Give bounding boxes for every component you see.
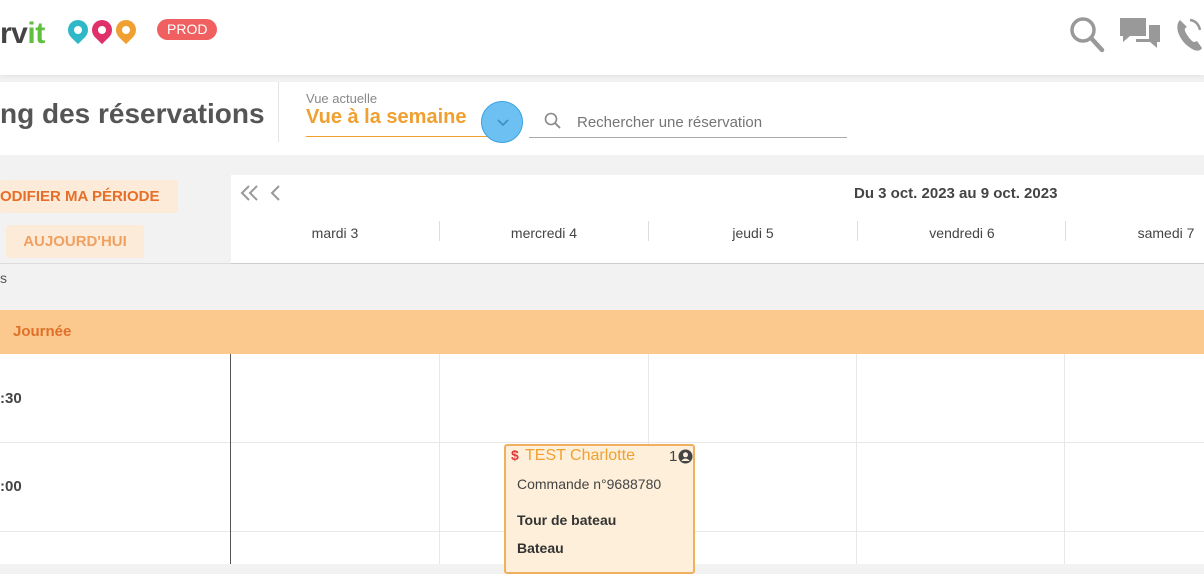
date-range: Du 3 oct. 2023 au 9 oct. 2023 xyxy=(854,185,1058,202)
page-title: ng des réservations xyxy=(0,98,265,129)
day-header: mardi 3 xyxy=(311,225,359,241)
grid-col-line xyxy=(1064,354,1065,564)
grid-col-line xyxy=(439,354,440,564)
participant-count: 1 xyxy=(669,448,678,465)
grid-col-line xyxy=(856,354,857,564)
clock-pin-icon xyxy=(111,15,141,45)
dining-pin-icon xyxy=(87,15,117,45)
all-day-label: Journée xyxy=(13,323,72,340)
payment-icon: $ xyxy=(511,447,519,463)
all-day-row xyxy=(0,310,1204,354)
left-divider xyxy=(0,263,231,264)
double-chevron-left-icon[interactable] xyxy=(240,185,258,201)
calendar-header xyxy=(231,175,1204,264)
top-bar: rvit PROD xyxy=(0,0,1204,75)
time-column-border xyxy=(230,354,231,564)
view-dropdown-toggle[interactable] xyxy=(481,101,523,143)
order-number: Commande n°9688780 xyxy=(517,476,662,492)
day-header: mercredi 4 xyxy=(510,225,578,241)
phone-icon[interactable] xyxy=(1176,16,1204,57)
reservation-card[interactable]: $ TEST Charlotte 1 Commande n°9688780 To… xyxy=(504,444,695,574)
person-icon xyxy=(678,449,693,469)
time-slot-label: :30 xyxy=(0,390,22,407)
bed-pin-icon xyxy=(63,15,93,45)
day-header: vendredi 6 xyxy=(929,225,995,241)
activity-name: Tour de bateau xyxy=(517,512,617,528)
search-icon[interactable] xyxy=(1068,14,1106,59)
logo-text-green: it xyxy=(27,17,45,50)
resource-name: Bateau xyxy=(517,540,564,556)
chat-icon[interactable] xyxy=(1118,16,1162,57)
env-badge: PROD xyxy=(157,19,218,40)
logo[interactable]: rvit xyxy=(0,17,45,51)
day-header: samedi 7 xyxy=(1137,225,1195,241)
today-button[interactable]: AUJOURD'HUI xyxy=(6,225,144,258)
section-label: s xyxy=(0,270,7,286)
modify-period-button[interactable]: ODIFIER MA PÉRIODE xyxy=(0,180,178,213)
chevron-down-icon xyxy=(497,119,509,127)
view-select[interactable]: Vue à la semaine xyxy=(306,106,466,129)
reservation-name: TEST Charlotte xyxy=(525,447,635,464)
time-slot-label: :00 xyxy=(0,478,22,495)
header-divider xyxy=(278,82,279,142)
grid-row-line xyxy=(0,442,1204,443)
search-underline xyxy=(529,137,847,138)
day-header: jeudi 5 xyxy=(732,225,774,241)
view-label: Vue actuelle xyxy=(306,91,378,106)
search-icon xyxy=(544,112,562,135)
logo-text-dark: rv xyxy=(0,17,28,50)
chevron-left-icon[interactable] xyxy=(270,185,280,201)
calendar-nav xyxy=(240,182,290,210)
search-input[interactable] xyxy=(577,114,837,131)
